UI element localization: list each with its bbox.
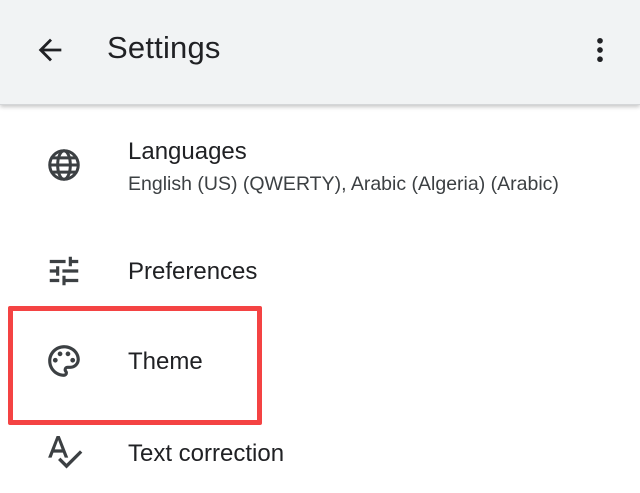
settings-item-text-correction[interactable]: Text correction (0, 407, 640, 493)
settings-item-theme[interactable]: Theme (0, 317, 640, 407)
globe-icon (44, 145, 84, 185)
settings-item-summary: English (US) (QWERTY), Arabic (Algeria) … (128, 173, 559, 195)
settings-item-label: Theme (128, 348, 203, 375)
tune-icon (44, 251, 84, 291)
settings-item-label: Text correction (128, 440, 285, 467)
arrow-back-icon (38, 38, 62, 62)
settings-list: Languages English (US) (QWERTY), Arabic … (0, 105, 640, 493)
back-button[interactable] (22, 26, 78, 74)
page-title: Settings (107, 30, 221, 65)
more-options-button[interactable] (578, 26, 622, 74)
settings-item-languages[interactable]: Languages English (US) (QWERTY), Arabic … (0, 125, 640, 215)
settings-item-label: Preferences (128, 258, 258, 285)
settings-item-preferences[interactable]: Preferences (0, 227, 640, 317)
more-vert-icon (597, 37, 603, 63)
palette-icon (44, 341, 84, 381)
app-bar: Settings (0, 0, 640, 105)
settings-item-label: Languages (128, 138, 247, 165)
spellcheck-icon (44, 431, 84, 471)
